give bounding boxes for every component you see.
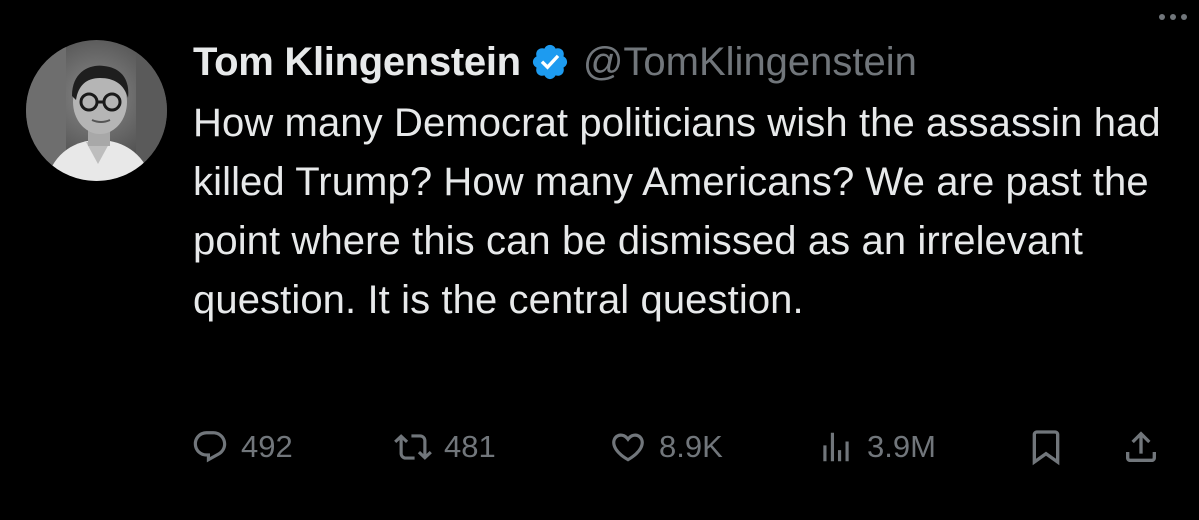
like-count: 8.9K — [659, 429, 723, 464]
reply-count: 492 — [241, 429, 293, 464]
like-button[interactable]: 8.9K — [609, 422, 723, 472]
tweet-content: Tom Klingenstein @TomKlingenstein How ma… — [193, 36, 1183, 330]
tweet-text: How many Democrat politicians wish the a… — [193, 101, 1161, 322]
display-name[interactable]: Tom Klingenstein — [193, 40, 521, 85]
tweet-actions: 492 481 8.9K 3.9M — [191, 422, 1171, 472]
retweet-icon — [394, 428, 432, 466]
more-horizontal-icon[interactable] — [1159, 14, 1187, 20]
user-handle[interactable]: @TomKlingenstein — [583, 40, 917, 85]
views-button[interactable]: 3.9M — [817, 422, 936, 472]
analytics-icon — [817, 428, 855, 466]
reply-icon — [191, 428, 229, 466]
retweet-button[interactable]: 481 — [394, 422, 496, 472]
retweet-count: 481 — [444, 429, 496, 464]
tweet: Tom Klingenstein @TomKlingenstein How ma… — [0, 0, 1199, 520]
tweet-header: Tom Klingenstein @TomKlingenstein — [193, 36, 1183, 88]
heart-icon — [609, 428, 647, 466]
reply-button[interactable]: 492 — [191, 422, 293, 472]
share-button[interactable] — [1121, 422, 1161, 472]
bookmark-icon — [1026, 427, 1066, 467]
avatar[interactable] — [26, 40, 167, 181]
bookmark-button[interactable] — [1026, 422, 1066, 472]
verified-badge-icon — [530, 42, 570, 82]
share-icon — [1121, 427, 1161, 467]
views-count: 3.9M — [867, 429, 936, 464]
